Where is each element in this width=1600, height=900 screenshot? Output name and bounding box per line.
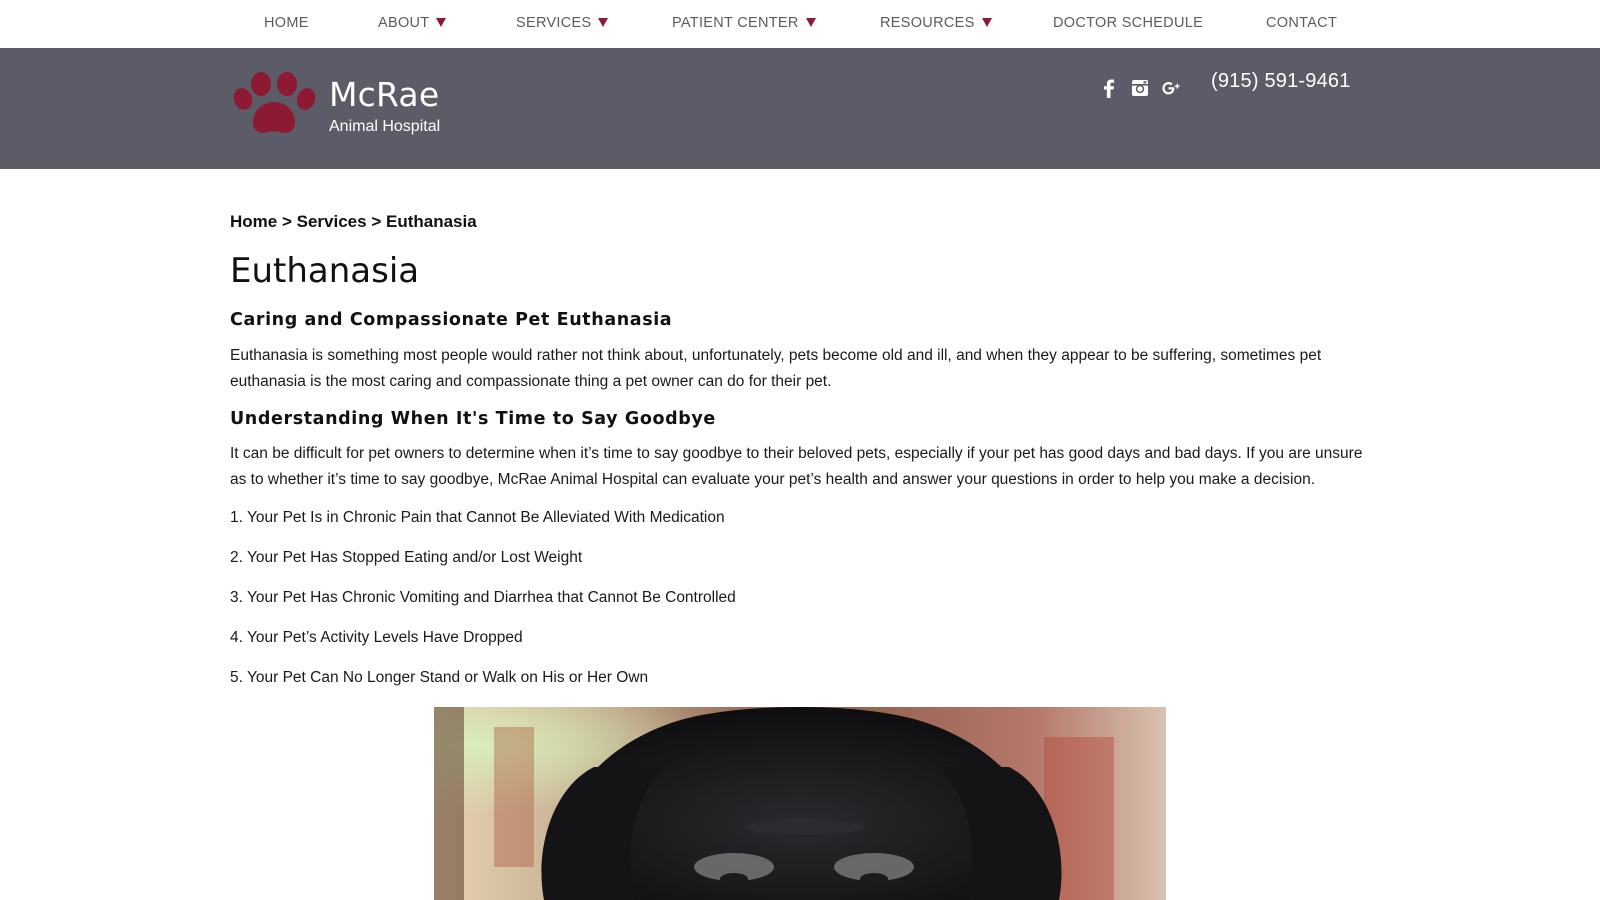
- caret-down-icon: [981, 18, 992, 27]
- nav-label: CONTACT: [1266, 15, 1338, 31]
- nav-item-doctor-schedule[interactable]: DOCTOR SCHEDULE: [1053, 0, 1203, 48]
- nav-item-contact[interactable]: CONTACT: [1266, 0, 1337, 48]
- list-item: 1. Your Pet Is in Chronic Pain that Cann…: [230, 509, 725, 526]
- nav-item-about[interactable]: ABOUT: [378, 0, 447, 48]
- list-item: 2. Your Pet Has Stopped Eating and/or Lo…: [230, 549, 583, 566]
- site-header: McRae Animal Hospital (915) 591-9461: [0, 48, 1600, 169]
- caret-down-icon: [598, 18, 609, 27]
- nav-label: RESOURCES: [880, 15, 975, 31]
- facebook-icon[interactable]: [1098, 77, 1120, 99]
- google-plus-icon[interactable]: [1160, 77, 1182, 99]
- top-navigation: HOME ABOUT SERVICES PATIENT CENTER RESOU…: [0, 0, 1600, 48]
- paw-print-icon[interactable]: [232, 72, 318, 138]
- brand-name[interactable]: McRae: [329, 75, 439, 114]
- list-item: 5. Your Pet Can No Longer Stand or Walk …: [230, 669, 649, 686]
- nav-label: SERVICES: [516, 15, 592, 31]
- nav-item-resources[interactable]: RESOURCES: [880, 0, 992, 48]
- nav-label: ABOUT: [378, 15, 430, 31]
- intro-paragraph: Euthanasia is something most people woul…: [230, 347, 1322, 390]
- phone-number-link[interactable]: (915) 591-9461: [1211, 70, 1351, 93]
- nav-item-services[interactable]: SERVICES: [516, 0, 609, 48]
- senior-dog-photo: [434, 707, 1166, 900]
- nav-item-home[interactable]: HOME: [264, 0, 309, 48]
- breadcrumb-separator: >: [281, 212, 292, 231]
- nav-label: HOME: [264, 15, 309, 31]
- list-item: 3. Your Pet Has Chronic Vomiting and Dia…: [230, 589, 736, 606]
- breadcrumb-services-link[interactable]: Services: [297, 212, 367, 231]
- list-item: 4. Your Pet’s Activity Levels Have Dropp…: [230, 629, 523, 646]
- breadcrumb-home-link[interactable]: Home: [230, 212, 277, 231]
- breadcrumb: Home > Services > Euthanasia: [230, 212, 477, 232]
- section-heading-caring: Caring and Compassionate Pet Euthanasia: [230, 310, 673, 330]
- nav-item-patient-center[interactable]: PATIENT CENTER: [672, 0, 816, 48]
- breadcrumb-current: Euthanasia: [386, 212, 477, 231]
- page-title: Euthanasia: [230, 251, 420, 291]
- brand-subtitle: Animal Hospital: [329, 118, 441, 135]
- caret-down-icon: [805, 18, 816, 27]
- nav-label: DOCTOR SCHEDULE: [1053, 15, 1204, 31]
- nav-label: PATIENT CENTER: [672, 15, 799, 31]
- breadcrumb-separator: >: [371, 212, 382, 231]
- section-heading-goodbye: Understanding When It's Time to Say Good…: [230, 409, 716, 429]
- goodbye-paragraph: It can be difficult for pet owners to de…: [230, 445, 1363, 488]
- caret-down-icon: [436, 18, 447, 27]
- instagram-icon[interactable]: [1129, 77, 1151, 99]
